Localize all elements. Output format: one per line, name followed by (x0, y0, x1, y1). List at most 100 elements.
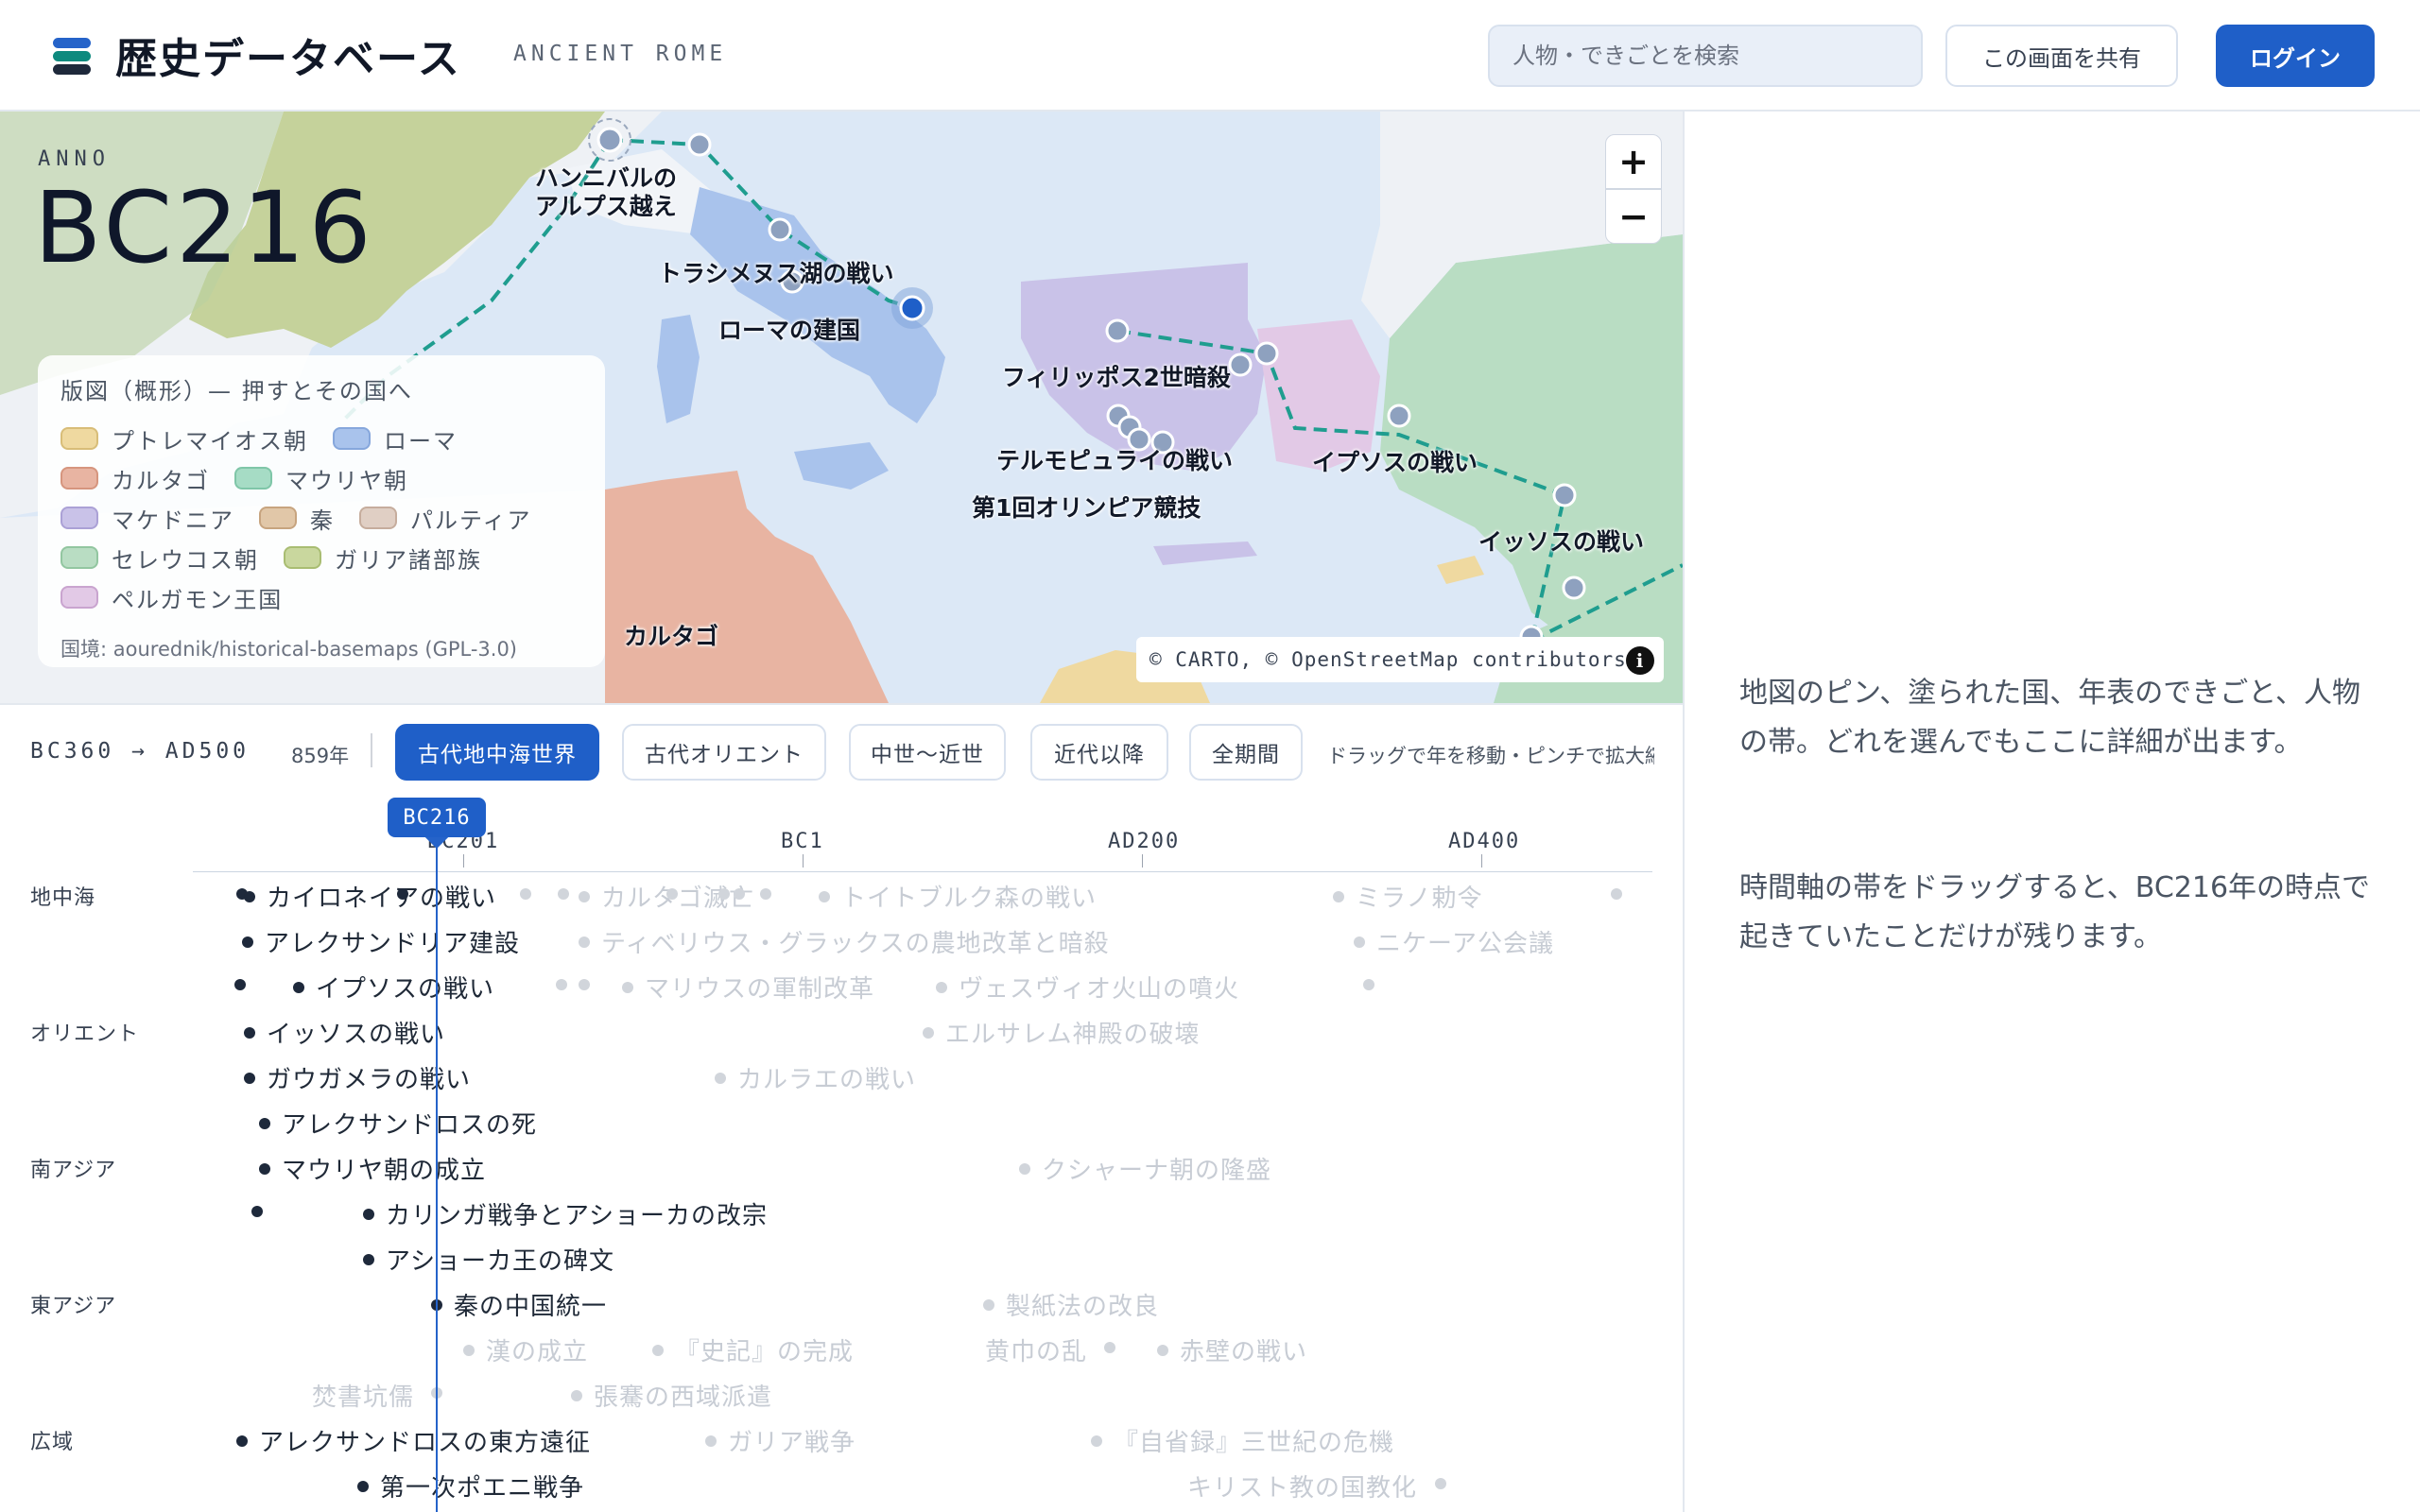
legend-item-pergamon[interactable]: ペルガモン王国 (60, 581, 283, 614)
event-dot[interactable] (234, 979, 246, 990)
pin-pella[interactable] (1254, 341, 1279, 366)
event-teutoburg[interactable]: トイトブルク森の戦い (819, 879, 1097, 914)
login-button[interactable]: ログイン (2216, 25, 2375, 87)
event-dot[interactable] (666, 888, 678, 900)
event-alexander-east[interactable]: アレクサンドロスの東方遠征 (236, 1423, 591, 1458)
map-label-hannibal[interactable]: ハンニバルの アルプス越え (535, 164, 677, 221)
event-label: アレクサンドリア建設 (265, 930, 521, 958)
map-label-carthage[interactable]: カルタゴ (624, 618, 718, 652)
event-yellow-turban[interactable]: 黄巾の乱 (985, 1332, 1087, 1367)
event-label: ニケーア公会議 (1376, 930, 1554, 958)
legend-row: カルタゴ マウリヤ朝 (60, 458, 582, 498)
event-crisis[interactable]: 『自省録』三世紀の危機 (1091, 1423, 1394, 1458)
event-kalinga[interactable]: カリンガ戦争とアショーカの改宗 (363, 1196, 768, 1231)
event-chaeronea[interactable]: カイロネイアの戦い (244, 879, 496, 914)
event-vesuvius[interactable]: ヴェスヴィオ火山の噴火 (936, 970, 1239, 1005)
legend-item-parthia[interactable]: パルティア (359, 502, 532, 535)
zoom-in-button[interactable]: + (1605, 134, 1662, 189)
pin-cannae[interactable] (899, 295, 925, 321)
event-shiji[interactable]: 『史記』の完成 (652, 1332, 854, 1367)
era-button-ancient-mediterranean[interactable]: 古代地中海世界 (395, 724, 599, 781)
event-christianity[interactable]: キリスト教の国教化 (1187, 1469, 1417, 1503)
event-qin[interactable]: 秦の中国統一 (431, 1287, 607, 1322)
legend-item-gaul[interactable]: ガリア諸部族 (284, 541, 482, 575)
pin-chaeronea[interactable] (1228, 352, 1253, 377)
event-dot[interactable] (1611, 888, 1622, 900)
share-button[interactable]: この画面を共有 (1945, 25, 2178, 87)
event-dot[interactable] (397, 888, 408, 900)
event-maurya[interactable]: マウリヤ朝の成立 (259, 1151, 486, 1186)
legend-item-carthage[interactable]: カルタゴ (60, 462, 210, 495)
map-label-olympia[interactable]: 第1回オリンピア競技 (972, 490, 1201, 524)
app-title: 歴史データベース (115, 35, 461, 83)
event-gallic-war[interactable]: ガリア戦争 (705, 1423, 856, 1458)
event-ashoka[interactable]: アショーカ王の碑文 (363, 1242, 614, 1277)
event-dot[interactable] (760, 888, 771, 900)
era-button-medieval[interactable]: 中世〜近世 (849, 724, 1006, 781)
event-nicaea[interactable]: ニケーア公会議 (1354, 924, 1554, 959)
event-kushan[interactable]: クシャーナ朝の隆盛 (1019, 1151, 1271, 1186)
map-label-ipsus[interactable]: イプソスの戦い (1312, 444, 1478, 478)
event-zhang-qian[interactable]: 張騫の西域派遣 (571, 1378, 772, 1413)
timeline-cursor-badge[interactable]: BC216 (388, 798, 486, 837)
legend-item-maurya[interactable]: マウリヤ朝 (234, 462, 408, 495)
event-ipsus[interactable]: イプソスの戦い (293, 970, 494, 1005)
event-label: 第一次ポエニ戦争 (380, 1474, 585, 1503)
legend-item-qin[interactable]: 秦 (259, 502, 335, 535)
tick-mark (1142, 854, 1143, 868)
event-dot[interactable] (579, 979, 590, 990)
current-year: BC216 (34, 170, 375, 285)
event-gracchus[interactable]: ティベリウス・グラックスの農地改革と暗殺 (579, 924, 1110, 959)
event-red-cliff[interactable]: 赤壁の戦い (1157, 1332, 1307, 1367)
event-dot[interactable] (718, 888, 730, 900)
search-input[interactable] (1488, 25, 1923, 87)
map-view[interactable]: ANNO BC216 + − ハンニバルの アルプス越え トラシメヌス湖の戦い … (0, 112, 1683, 703)
event-carrhae[interactable]: カルラエの戦い (715, 1060, 916, 1095)
legend-item-macedonia[interactable]: マケドニア (60, 502, 234, 535)
event-jerusalem[interactable]: エルサレム神殿の破壊 (923, 1015, 1200, 1050)
event-marius[interactable]: マリウスの軍制改革 (622, 970, 874, 1005)
event-book-burning[interactable]: 焚書坑儒 (312, 1378, 414, 1413)
event-milan[interactable]: ミラノ勅令 (1333, 879, 1482, 914)
pin-issus[interactable] (1552, 483, 1577, 507)
event-dot[interactable] (251, 1206, 263, 1217)
timeline[interactable]: BC201 BC1 AD200 AD400 地中海 オリエント 南アジア 東アジ… (0, 798, 1683, 1512)
event-dot[interactable] (558, 888, 569, 900)
pin-alps[interactable] (687, 132, 712, 157)
era-button-modern[interactable]: 近代以降 (1030, 724, 1168, 781)
region-label-orient: オリエント (30, 1022, 140, 1046)
era-button-ancient-orient[interactable]: 古代オリエント (622, 724, 826, 781)
map-label-thermopylae[interactable]: テルモピュライの戦い (996, 442, 1233, 476)
legend-item-ptolemaic[interactable]: プトレマイオス朝 (60, 422, 308, 455)
legend-swatch (234, 467, 272, 490)
pin-hannibal[interactable] (596, 127, 623, 153)
timeline-cursor-line[interactable] (436, 837, 438, 1512)
event-dot[interactable] (556, 979, 567, 990)
event-alexander-death[interactable]: アレクサンドロスの死 (259, 1106, 537, 1141)
event-issus[interactable]: イッソスの戦い (244, 1015, 445, 1050)
pin-syria[interactable] (1562, 576, 1586, 600)
pin-trasimene[interactable] (768, 217, 792, 242)
legend-item-rome[interactable]: ローマ (333, 422, 458, 455)
event-alexandria[interactable]: アレクサンドリア建設 (242, 924, 520, 959)
legend-swatch (60, 467, 98, 490)
event-dot[interactable] (520, 888, 531, 900)
pin-philip[interactable] (1105, 318, 1130, 343)
event-dot[interactable] (1435, 1478, 1446, 1489)
event-punic-war[interactable]: 第一次ポエニ戦争 (357, 1469, 584, 1503)
info-icon[interactable]: i (1626, 646, 1654, 675)
event-paper[interactable]: 製紙法の改良 (983, 1287, 1159, 1322)
event-dot[interactable] (1363, 979, 1374, 990)
map-label-issus[interactable]: イッソスの戦い (1478, 524, 1644, 558)
event-han[interactable]: 漢の成立 (463, 1332, 588, 1367)
era-button-all[interactable]: 全期間 (1189, 724, 1303, 781)
map-label-rome[interactable]: ローマの建国 (718, 312, 860, 346)
map-label-philip[interactable]: フィリッポス2世暗殺 (1002, 359, 1231, 393)
event-dot[interactable] (734, 888, 745, 900)
map-label-trasimene[interactable]: トラシメヌス湖の戦い (658, 255, 894, 289)
zoom-out-button[interactable]: − (1605, 189, 1662, 244)
pin-ipsus[interactable] (1387, 404, 1411, 428)
logo-icon[interactable] (47, 30, 96, 77)
event-dot[interactable] (1104, 1342, 1115, 1353)
legend-item-seleucid[interactable]: セレウコス朝 (60, 541, 259, 575)
